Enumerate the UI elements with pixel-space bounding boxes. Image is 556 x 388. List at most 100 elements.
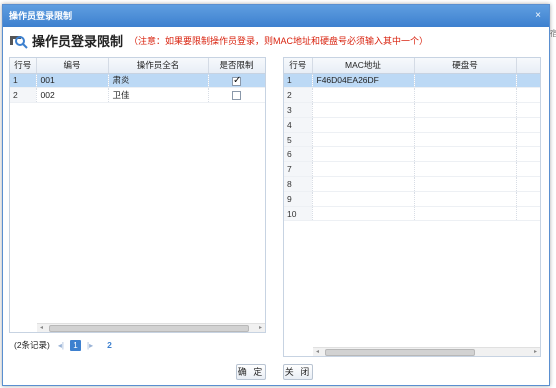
column-header-restricted[interactable]: 是否限制	[208, 58, 265, 74]
mac-grid: 行号 MAC地址 硬盘号 1 F46D04EA26DF 2 3 4 5 6 7 …	[284, 58, 540, 222]
spacer-cell	[516, 73, 540, 89]
disk-cell[interactable]	[414, 132, 517, 148]
spacer-cell	[516, 117, 540, 133]
table-row[interactable]: 4	[284, 117, 540, 133]
scroll-right-icon[interactable]: ▸	[531, 348, 540, 356]
disk-cell[interactable]	[414, 206, 517, 222]
operator-code[interactable]: 001	[36, 73, 109, 89]
mac-grid-panel: 行号 MAC地址 硬盘号 1 F46D04EA26DF 2 3 4 5 6 7 …	[283, 57, 541, 357]
mac-grid-header: 行号 MAC地址 硬盘号	[284, 58, 540, 74]
mac-cell[interactable]	[312, 117, 415, 133]
table-row[interactable]: 10	[284, 206, 540, 222]
column-header-row-number[interactable]: 行号	[10, 58, 37, 74]
row-number: 2	[10, 87, 37, 104]
table-row[interactable]: 8	[284, 176, 540, 192]
table-row[interactable]: 1 001 肃炎	[10, 73, 265, 89]
table-row[interactable]: 7	[284, 161, 540, 178]
row-number: 10	[284, 206, 313, 222]
column-header-row-number[interactable]: 行号	[284, 58, 313, 74]
operator-grid-panel: 行号 编号 操作员全名 是否限制 1 001 肃炎 2 002 卫佳 ◂ ▸	[9, 57, 266, 333]
row-number: 9	[284, 191, 313, 207]
column-header-disk[interactable]: 硬盘号	[414, 58, 517, 74]
scroll-right-icon[interactable]: ▸	[256, 324, 265, 332]
close-icon[interactable]: ×	[535, 5, 541, 27]
pagination-bar: (2条记录) ◂| 1 |▸ 2	[9, 337, 266, 353]
operator-name[interactable]: 肃炎	[108, 73, 209, 89]
restricted-cell	[208, 73, 265, 89]
mac-cell[interactable]	[312, 146, 415, 163]
column-header-fullname[interactable]: 操作员全名	[108, 58, 209, 74]
row-number: 4	[284, 117, 313, 133]
page-link[interactable]: 2	[107, 340, 112, 350]
table-row[interactable]: 9	[284, 191, 540, 207]
restricted-cell	[208, 87, 265, 104]
mac-cell[interactable]	[312, 176, 415, 192]
column-header-spacer	[516, 58, 540, 74]
disk-cell[interactable]	[414, 102, 517, 118]
ok-button[interactable]: 确 定	[236, 364, 266, 380]
scroll-thumb[interactable]	[49, 325, 249, 332]
restricted-checkbox[interactable]	[232, 75, 241, 86]
row-number: 2	[284, 87, 313, 104]
mac-cell[interactable]	[312, 206, 415, 222]
close-button[interactable]: 关 闭	[283, 364, 313, 380]
row-number: 8	[284, 176, 313, 192]
mac-grid-hscrollbar[interactable]: ◂ ▸	[313, 347, 540, 356]
disk-cell[interactable]	[414, 146, 517, 163]
disk-cell[interactable]	[414, 87, 517, 104]
spacer-cell	[516, 176, 540, 192]
disk-cell[interactable]	[414, 161, 517, 178]
table-row[interactable]: 3	[284, 102, 540, 118]
operator-grid-header: 行号 编号 操作员全名 是否限制	[10, 58, 265, 74]
column-header-code[interactable]: 编号	[36, 58, 109, 74]
mac-cell[interactable]	[312, 161, 415, 178]
dialog-titlebar: 操作员登录限制 ×	[3, 5, 549, 27]
operator-grid-hscrollbar[interactable]: ◂ ▸	[37, 323, 265, 332]
mac-cell[interactable]	[312, 191, 415, 207]
spacer-cell	[516, 161, 540, 178]
mac-cell[interactable]	[312, 87, 415, 104]
scroll-left-icon[interactable]: ◂	[37, 324, 46, 332]
row-number: 5	[284, 132, 313, 148]
spacer-cell	[516, 87, 540, 104]
mac-cell[interactable]: F46D04EA26DF	[312, 73, 415, 89]
disk-cell[interactable]	[414, 191, 517, 207]
spacer-cell	[516, 132, 540, 148]
record-count: (2条记录)	[14, 340, 50, 350]
disk-cell[interactable]	[414, 117, 517, 133]
table-row[interactable]: 1 F46D04EA26DF	[284, 73, 540, 89]
section-header: 操作员登录限制 （注意：如果要限制操作员登录，则MAC地址和硬盘号必须输入其中一…	[8, 30, 428, 50]
restriction-note: （注意：如果要限制操作员登录，则MAC地址和硬盘号必须输入其中一个）	[129, 35, 429, 46]
dialog-title: 操作员登录限制	[9, 11, 73, 21]
column-header-mac[interactable]: MAC地址	[312, 58, 415, 74]
mac-cell[interactable]	[312, 132, 415, 148]
background-edge-text: 宿	[550, 29, 556, 38]
disk-cell[interactable]	[414, 176, 517, 192]
spacer-cell	[516, 191, 540, 207]
table-row[interactable]: 2 002 卫佳	[10, 87, 265, 104]
scroll-left-icon[interactable]: ◂	[313, 348, 322, 356]
magnifier-logo-icon	[10, 36, 28, 49]
disk-cell[interactable]	[414, 73, 517, 89]
spacer-cell	[516, 206, 540, 222]
row-number: 7	[284, 161, 313, 178]
spacer-cell	[516, 102, 540, 118]
spacer-cell	[516, 146, 540, 163]
operator-name[interactable]: 卫佳	[108, 87, 209, 104]
scroll-thumb[interactable]	[325, 349, 475, 356]
operator-code[interactable]: 002	[36, 87, 109, 104]
row-number: 1	[284, 73, 313, 89]
row-number: 1	[10, 73, 37, 89]
table-row[interactable]: 6	[284, 146, 540, 163]
row-number: 3	[284, 102, 313, 118]
operator-grid: 行号 编号 操作员全名 是否限制 1 001 肃炎 2 002 卫佳	[10, 58, 265, 104]
mac-cell[interactable]	[312, 102, 415, 118]
restricted-checkbox[interactable]	[232, 91, 241, 101]
prev-page-icon[interactable]: ◂|	[58, 341, 64, 350]
row-number: 6	[284, 146, 313, 163]
current-page[interactable]: 1	[69, 339, 81, 351]
next-page-icon[interactable]: |▸	[87, 341, 93, 350]
page-title: 操作员登录限制	[32, 33, 124, 49]
table-row[interactable]: 2	[284, 87, 540, 104]
table-row[interactable]: 5	[284, 132, 540, 148]
